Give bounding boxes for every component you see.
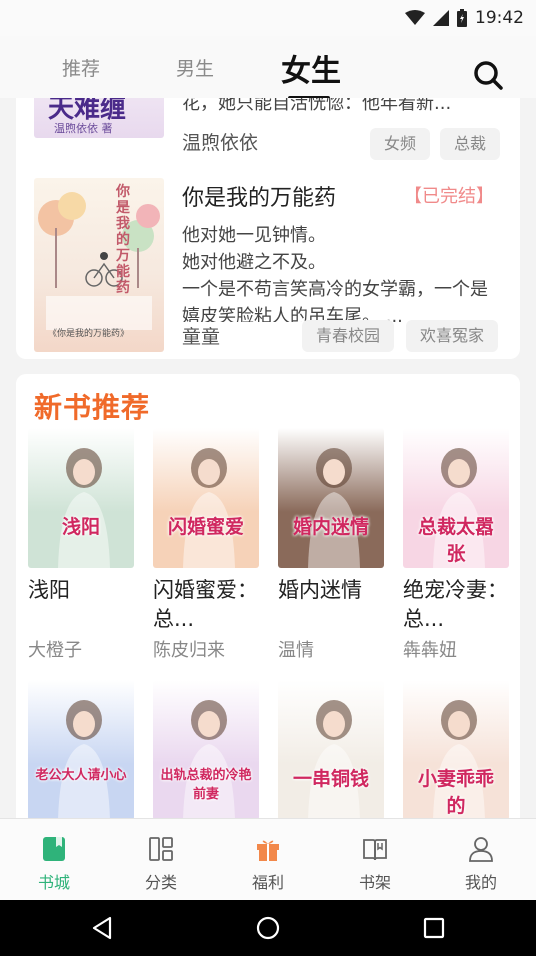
item-title[interactable]: 你是我的万能药 [182,180,336,212]
bookstore-icon [43,837,65,861]
profile-icon [469,837,493,862]
nav-label: 分类 [144,873,177,892]
item-author: 温煦依依 [182,132,259,154]
nav-label: 书城 [37,873,70,892]
book-cover: 你是我的万能药 《你是我的万能药》 [34,178,164,352]
nav-label: 书架 [358,873,391,892]
cover-illustration [308,700,360,818]
book-card[interactable]: 婚内迷情 婚内迷情 温情 [278,428,384,668]
status-bar: 19:42 [0,0,536,36]
nav-profile[interactable]: 我的 [441,827,521,893]
nav-label: 我的 [464,873,497,892]
book-author: 大橙子 [28,640,82,661]
book-cover: 闪婚蜜爱 [153,428,259,568]
book-title[interactable]: 婚内迷情 [278,576,388,605]
tag[interactable]: 女频 [370,128,431,160]
cover-title: 老公大人请小心 [35,768,127,783]
book-card[interactable]: 浅阳 浅阳 大橙子 [28,428,134,668]
tag[interactable]: 青春校园 [302,320,395,352]
bookshelf-icon [363,839,387,861]
cover-illustration [58,700,110,818]
book-cover: 一串铜钱 [278,680,384,818]
wifi-icon [405,10,425,25]
book-author: 犇犇妞 [403,640,457,661]
book-card[interactable]: 总裁太嚣张 绝宠冷妻：总... 犇犇妞 [403,428,509,668]
system-navigation-bar [0,900,536,956]
book-card[interactable]: 老公大人请小心 [28,680,134,818]
list-item[interactable]: 天难缠 温煦依依 著 花，她只能自活恍惚：他年看新... 温煦依依 女频 总裁 [16,98,520,160]
book-title[interactable]: 浅阳 [28,576,138,605]
nav-bookshelf[interactable]: 书架 [335,827,415,893]
cover-title: 一串铜钱 [292,768,369,790]
cover-illustration [308,448,360,568]
book-cover: 出轨总裁的冷艳前妻 [153,680,259,818]
nav-welfare[interactable]: 福利 [228,827,308,893]
cover-illustration [58,448,110,568]
book-list-card: 天难缠 温煦依依 著 花，她只能自活恍惚：他年看新... 温煦依依 女频 总裁 [16,98,520,359]
book-cover: 浅阳 [28,428,134,568]
cover-title: 出轨总裁的冷艳前妻 [160,768,252,802]
nav-category[interactable]: 分类 [121,827,201,893]
nav-label: 福利 [251,873,284,892]
top-tab-bar: 推荐 男生 女生 [0,36,536,100]
cover-title: 小妻乖乖的 [417,768,494,817]
tag[interactable]: 欢喜冤家 [406,320,499,352]
cover-title: 婚内迷情 [292,516,369,538]
status-badge: 【已完结】 [404,186,494,207]
item-author: 童童 [182,326,221,348]
item-description: 他对她一见钟情。 她对他避之不及。 一个是不苟言笑高冷的女学霸，一个是嬉皮笑脸粘… [182,225,488,322]
cover-illustration [183,448,235,568]
cover-title: 总裁太嚣张 [417,516,494,565]
book-author: 陈皮归来 [153,640,225,661]
tab-recommend[interactable]: 推荐 [62,54,100,81]
section-title: 新书推荐 [34,391,151,424]
home-icon[interactable] [254,914,282,942]
tab-male[interactable]: 男生 [176,54,214,81]
clock: 19:42 [475,8,524,28]
book-card[interactable]: 小妻乖乖的 [403,680,509,818]
cover-author: 温煦依依 著 [54,122,113,135]
book-cover: 小妻乖乖的 [403,680,509,818]
new-books-section: 新书推荐 浅阳 浅阳 大橙子 闪婚蜜爱 闪婚蜜爱：总... 陈皮归来 婚内迷情 婚内迷情 温情总… [16,374,520,818]
book-card[interactable]: 出轨总裁的冷艳前妻 [153,680,259,818]
battery-icon [457,9,467,27]
list-item[interactable]: 你是我的万能药 《你是我的万能药》 你是我的万能药 【已完结】 他对她一见钟情。… [16,178,520,358]
book-card[interactable]: 闪婚蜜爱 闪婚蜜爱：总... 陈皮归来 [153,428,259,668]
book-cover: 婚内迷情 [278,428,384,568]
category-icon [149,837,173,861]
book-card[interactable]: 一串铜钱 [278,680,384,818]
book-title[interactable]: 绝宠冷妻：总... [403,576,513,634]
item-description: 花，她只能自活恍惚：他年看新... [182,98,452,114]
nav-bookstore[interactable]: 书城 [14,827,94,893]
tag[interactable]: 总裁 [440,128,501,160]
cover-title: 闪婚蜜爱 [167,516,244,538]
cover-title: 浅阳 [61,516,100,538]
book-cover: 总裁太嚣张 [403,428,509,568]
signal-icon [433,10,449,26]
gift-icon [257,840,279,861]
recents-icon[interactable] [420,914,448,942]
bottom-navigation: 书城 分类 福利 书架 我的 [0,818,536,900]
cover-caption: 《你是我的万能药》 [48,329,130,339]
search-icon[interactable] [471,58,505,92]
book-cover: 老公大人请小心 [28,680,134,818]
book-cover: 天难缠 温煦依依 著 [34,98,164,138]
cover-title: 你是我的万能药 [116,184,130,296]
content-area[interactable]: 天难缠 温煦依依 著 花，她只能自活恍惚：他年看新... 温煦依依 女频 总裁 [0,98,536,818]
book-title[interactable]: 闪婚蜜爱：总... [153,576,263,634]
book-author: 温情 [278,640,314,661]
back-icon[interactable] [88,914,116,942]
tab-female[interactable]: 女生 [281,46,341,90]
